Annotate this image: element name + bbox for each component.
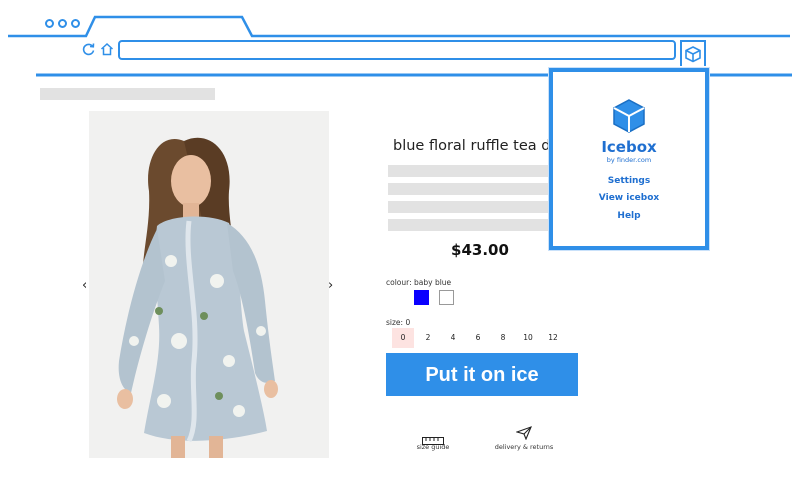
- paper-plane-icon: [515, 425, 532, 441]
- text-placeholder-4: [388, 219, 568, 231]
- icebox-popup: Icebox by finder.com Settings View icebo…: [549, 68, 709, 250]
- icebox-byline: by finder.com: [606, 156, 652, 164]
- size-guide-link[interactable]: size guide: [408, 443, 458, 451]
- icebox-extension-button[interactable]: [680, 40, 706, 66]
- next-image-arrow[interactable]: ›: [328, 279, 333, 292]
- text-placeholder-1: [388, 165, 568, 177]
- colour-swatch-blue[interactable]: [414, 290, 429, 305]
- size-option-4[interactable]: 4: [442, 328, 464, 348]
- home-icon[interactable]: [100, 41, 114, 56]
- breadcrumb-placeholder: [40, 88, 215, 100]
- text-placeholder-2: [388, 183, 568, 195]
- previous-image-arrow[interactable]: ‹: [82, 279, 87, 292]
- colour-label: colour: baby blue: [386, 278, 452, 287]
- colour-swatch-white[interactable]: [439, 290, 454, 305]
- put-it-on-ice-button[interactable]: Put it on ice: [386, 353, 578, 396]
- size-option-8[interactable]: 8: [492, 328, 514, 348]
- product-image: [89, 111, 329, 458]
- delivery-returns-link[interactable]: delivery & returns: [490, 443, 558, 451]
- size-option-12[interactable]: 12: [542, 328, 564, 348]
- icebox-logo-icon: [611, 98, 647, 134]
- product-title: blue floral ruffle tea dress: [393, 138, 573, 154]
- reload-icon[interactable]: [82, 41, 96, 56]
- menu-item-help[interactable]: Help: [553, 211, 705, 221]
- size-option-6[interactable]: 6: [467, 328, 489, 348]
- size-option-10[interactable]: 10: [517, 328, 539, 348]
- size-label: size: 0: [386, 318, 411, 327]
- menu-item-settings[interactable]: Settings: [553, 176, 705, 186]
- icebox-brand-name: Icebox: [601, 138, 657, 156]
- address-bar[interactable]: [118, 40, 676, 60]
- text-placeholder-3: [388, 201, 568, 213]
- size-option-0[interactable]: 0: [392, 328, 414, 348]
- menu-item-view-icebox[interactable]: View icebox: [553, 193, 705, 203]
- size-option-2[interactable]: 2: [417, 328, 439, 348]
- cube-icon: [685, 46, 701, 63]
- ruler-icon: [422, 430, 444, 445]
- product-price: $43.00: [451, 241, 509, 259]
